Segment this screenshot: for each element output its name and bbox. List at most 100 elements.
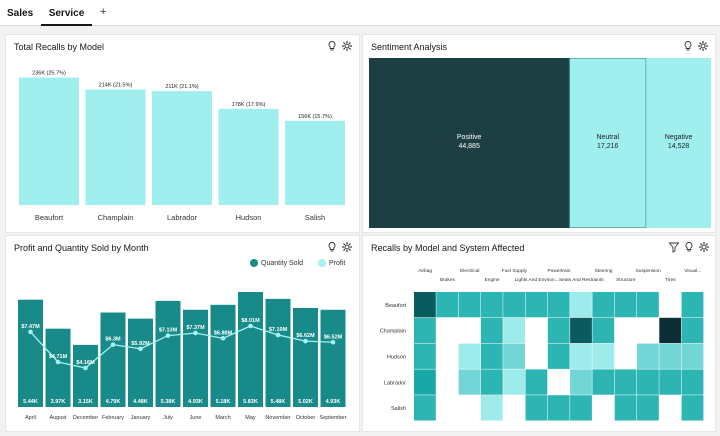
- profit-label: $4.16M: [76, 360, 95, 366]
- x-tick-label: September: [320, 415, 347, 421]
- x-tick-label: February: [102, 415, 124, 421]
- gear-icon[interactable]: [698, 241, 710, 253]
- profit-point: [138, 346, 143, 352]
- heatmap-cell: [458, 317, 481, 344]
- heatmap-cell: [503, 369, 525, 395]
- heatmap-cell: [525, 317, 548, 344]
- bar-value-label: 3.15K: [78, 399, 93, 405]
- heatmap-cell: [592, 369, 615, 395]
- data-label: 178K (17.9%): [232, 102, 266, 108]
- heatmap-cell: [547, 369, 570, 395]
- cell-category-label: Positive: [457, 134, 482, 141]
- lightbulb-icon[interactable]: [326, 40, 338, 52]
- panel-title: Sentiment Analysis: [371, 42, 448, 52]
- heatmap-cell: [503, 343, 525, 369]
- heatmap-cell: [681, 369, 704, 395]
- profit-label: $4.71M: [49, 354, 68, 360]
- heatmap-cell: [659, 369, 682, 395]
- y-tick-label: Hudson: [387, 355, 406, 361]
- bar: [265, 298, 291, 407]
- legend-swatch: [318, 259, 326, 267]
- gear-icon[interactable]: [697, 40, 709, 52]
- heatmap-cell: [414, 292, 436, 318]
- heatmap-cell: [570, 292, 592, 318]
- x-tick-label: March: [215, 415, 230, 421]
- lightbulb-icon[interactable]: [683, 241, 695, 253]
- heatmap-cell: [570, 369, 592, 395]
- heatmap-cell: [637, 395, 659, 421]
- y-tick-label: Champlain: [380, 329, 406, 335]
- x-tick-label: Steering: [595, 268, 613, 274]
- profit-quantity-panel: Profit and Quantity Sold by Month Quanti…: [5, 235, 360, 432]
- heatmap-cell: [637, 369, 659, 395]
- heatmap-cell: [570, 395, 592, 421]
- profit-label: $5.92M: [131, 341, 150, 347]
- y-tick-label: Labrador: [384, 380, 406, 386]
- profit-point: [248, 323, 253, 329]
- bar-value-label: 5.02K: [298, 399, 313, 405]
- profit-label: $7.13M: [159, 328, 178, 334]
- profit-label: $6.52M: [324, 334, 343, 340]
- filter-icon[interactable]: [668, 241, 680, 253]
- profit-point: [55, 359, 61, 365]
- heatmap-cell: [503, 317, 525, 344]
- legend-profit: Profit: [318, 259, 345, 267]
- lightbulb-icon[interactable]: [682, 40, 694, 52]
- heatmap-cell: [480, 343, 503, 369]
- bar: [73, 344, 98, 407]
- cell-category-label: Negative: [665, 134, 693, 141]
- bar: [155, 300, 181, 407]
- heatmap-cell: [659, 395, 682, 421]
- heatmap-cell: [659, 343, 682, 369]
- profit-point: [110, 342, 116, 347]
- heatmap-cell: [414, 369, 436, 395]
- bar-value-label: 5.48K: [271, 399, 286, 405]
- bar: [238, 292, 263, 407]
- x-tick-label: Labrador: [167, 213, 198, 222]
- x-tick-label: Hudson: [236, 213, 262, 222]
- x-tick-label: Engine: [485, 277, 500, 283]
- profit-label: $8.01M: [241, 318, 260, 324]
- heatmap-cell: [547, 317, 570, 344]
- heatmap-cell: [614, 317, 637, 344]
- heatmap-cell: [480, 369, 503, 395]
- panel-title: Total Recalls by Model: [14, 42, 105, 52]
- tab-sales[interactable]: Sales: [7, 0, 37, 26]
- recalls-bar-chart: 236K (25.7%) Beaufort 214K (21.5%) Champlai…: [19, 71, 345, 222]
- heatmap-cell: [458, 369, 481, 395]
- bar-value-label: 3.97K: [51, 399, 66, 405]
- legend-label: Quantity Sold: [261, 259, 304, 267]
- add-tab-button[interactable]: +: [100, 0, 112, 26]
- x-tick-label: Airbag: [418, 268, 432, 274]
- bar: [293, 307, 318, 407]
- lightbulb-icon[interactable]: [326, 241, 338, 253]
- cell-value-label: 17,216: [597, 143, 619, 150]
- heatmap-cell: [592, 317, 615, 344]
- recalls-by-model-panel: Total Recalls by Model 236K (25.7%) Beauf…: [5, 34, 360, 233]
- x-tick-label: October: [296, 415, 316, 421]
- heatmap-cell: [525, 369, 548, 395]
- tab-service[interactable]: Service: [41, 0, 92, 26]
- bar: [320, 309, 346, 407]
- bar-value-label: 4.93K: [188, 399, 203, 405]
- bar-value-label: 5.44K: [23, 399, 38, 405]
- recalls-heatmap: Airbag Brakes Electrical EngineFuel Supply L…: [380, 268, 704, 421]
- x-tick-label: December: [73, 415, 99, 421]
- heatmap-cell: [637, 292, 659, 318]
- x-tick-label: Salish: [305, 213, 325, 222]
- heatmap-cell: [503, 292, 525, 318]
- bar: [19, 77, 79, 205]
- gear-icon[interactable]: [341, 241, 353, 253]
- profit-label: $6.88M: [214, 330, 233, 336]
- heatmap-cell: [547, 292, 570, 318]
- x-tick-label: Lights And Environ...: [515, 277, 559, 283]
- x-tick-label: August: [49, 415, 67, 421]
- heatmap-cell: [637, 317, 659, 344]
- gear-icon[interactable]: [341, 40, 353, 52]
- heatmap-cell: [659, 317, 682, 344]
- bar: [218, 108, 279, 205]
- heatmap-cell: [592, 395, 615, 421]
- heatmap-cell: [681, 317, 704, 344]
- data-label: 214K (21.5%): [99, 82, 133, 88]
- bar: [210, 304, 236, 407]
